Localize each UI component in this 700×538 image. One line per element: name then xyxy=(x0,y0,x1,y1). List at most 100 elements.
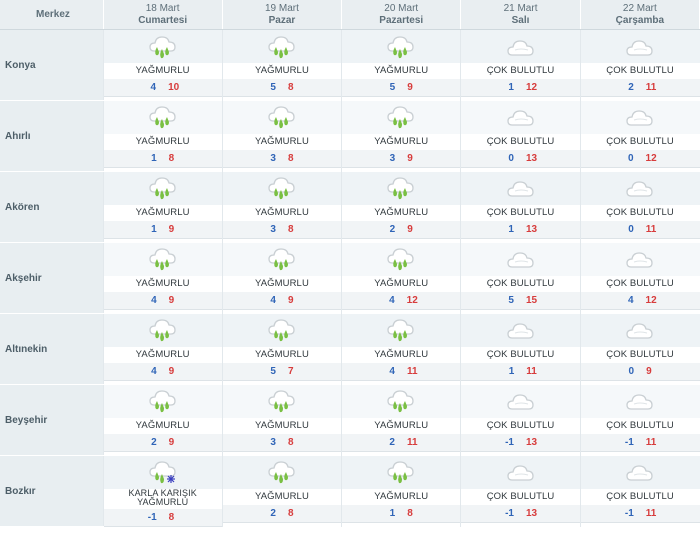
rain-icon xyxy=(222,313,342,347)
condition-label: YAĞMURLU xyxy=(374,135,429,147)
forecast-cell: ÇOK BULUTLU 5 15 xyxy=(460,242,581,314)
temperature-range: 18 xyxy=(342,504,461,523)
forecast-cell: YAĞMURLU 4 9 xyxy=(221,242,342,314)
forecast-cell: YAĞMURLU 4 9 xyxy=(102,242,223,314)
rain-icon xyxy=(342,100,461,134)
forecast-row: Beyşehir YAĞMURLU 2 9 YAĞMURLU 3 8 YAĞMURLU 2 11 Ç… xyxy=(0,384,700,456)
max-temp: 8 xyxy=(287,152,294,164)
rain-icon xyxy=(103,384,222,418)
cloud-icon xyxy=(461,313,580,347)
day-weekday: Pazar xyxy=(268,14,296,26)
max-temp: 9 xyxy=(168,436,175,448)
temperature-range: -1 11 xyxy=(580,433,700,452)
temperature-range: 49 xyxy=(103,291,222,310)
temperature-range: 4 11 xyxy=(342,362,461,381)
condition-label: KARLA KARIŞIK YAĞMURLU xyxy=(128,487,197,507)
forecast-cell: YAĞMURLU 2 9 xyxy=(102,384,223,456)
min-temp: 2 xyxy=(389,223,396,235)
forecast-cell: YAĞMURLU 2 11 xyxy=(341,384,461,456)
forecast-cell: ÇOK BULUTLU 0 11 xyxy=(579,171,700,243)
rain-icon xyxy=(103,171,222,205)
temperature-range: -1 8 xyxy=(103,508,222,527)
day-date: 22 Mart xyxy=(622,2,657,14)
min-temp: 2 xyxy=(628,82,634,93)
max-temp: 12 xyxy=(406,294,418,306)
day-weekday: Pazartesi xyxy=(379,14,424,26)
rain-icon xyxy=(342,171,461,205)
temperature-range: 0 13 xyxy=(461,149,580,168)
forecast-cell: YAĞMURLU 3 9 xyxy=(341,100,461,172)
rain-icon xyxy=(103,313,222,347)
max-temp: 8 xyxy=(287,82,294,93)
condition-label: YAĞMURLU xyxy=(135,348,190,360)
temperature-range: 0 12 xyxy=(580,149,700,168)
max-temp: 8 xyxy=(287,507,294,519)
forecast-cell: YAĞMURLU 3 8 xyxy=(221,100,342,172)
min-temp: 3 xyxy=(270,152,276,164)
temperature-range: 49 xyxy=(103,362,222,381)
min-temp: 0 xyxy=(628,223,634,235)
cloud-icon xyxy=(580,384,700,418)
forecast-row: Akşehir YAĞMURLU 4 9 YAĞMURLU 4 9 YAĞMURLU 4 12 ÇO… xyxy=(0,242,700,314)
forecast-row: Altınekin YAĞMURLU 4 9 YAĞMURLU 5 7 YAĞMURLU 4 11… xyxy=(0,313,700,385)
cloud-icon xyxy=(580,30,700,63)
max-temp: 8 xyxy=(287,436,294,448)
rain-icon xyxy=(342,455,461,489)
max-temp: 11 xyxy=(526,365,537,377)
forecast-cell: YAĞMURLU 4 10 xyxy=(102,29,223,101)
forecast-cell: YAĞMURLU 1 8 xyxy=(102,100,223,172)
condition-label: ÇOK BULUTLU xyxy=(606,419,674,431)
max-temp: 8 xyxy=(168,152,175,164)
min-temp: 1 xyxy=(508,223,514,235)
cloud-icon xyxy=(580,171,700,205)
temperature-range: 19 xyxy=(103,220,222,239)
temperature-range: 39 xyxy=(342,149,461,168)
city-name: Akşehir xyxy=(0,242,103,314)
min-temp: 5 xyxy=(508,294,514,306)
cloud-icon xyxy=(461,171,580,205)
condition-label: YAĞMURLU xyxy=(135,419,190,431)
condition-label: YAĞMURLU xyxy=(374,490,429,502)
rain-icon xyxy=(342,242,461,276)
min-temp: -1 xyxy=(624,507,634,519)
forecast-cell: ÇOK BULUTLU -1 13 xyxy=(460,455,581,527)
condition-label: YAĞMURLU xyxy=(254,490,309,502)
day-weekday: Salı xyxy=(511,14,530,26)
min-temp: 5 xyxy=(389,82,396,93)
condition-label: ÇOK BULUTLU xyxy=(486,277,555,289)
condition-label: YAĞMURLU xyxy=(135,277,190,289)
city-name: Altınekin xyxy=(0,313,103,385)
min-temp: 4 xyxy=(389,365,395,377)
temperature-range: 59 xyxy=(342,79,461,97)
min-temp: 3 xyxy=(270,436,276,448)
forecast-cell: ÇOK BULUTLU 1 13 xyxy=(460,171,581,243)
temperature-range: 5 15 xyxy=(461,291,580,310)
city-name: Ahırlı xyxy=(0,100,103,172)
city-name: Akören xyxy=(0,171,103,243)
forecast-cell: YAĞMURLU 4 12 xyxy=(341,242,461,314)
min-temp: 4 xyxy=(627,294,634,306)
forecast-cell: ÇOK BULUTLU 2 11 xyxy=(579,29,700,101)
temperature-range: -1 13 xyxy=(461,504,580,523)
condition-label: YAĞMURLU xyxy=(254,419,309,431)
rain-icon xyxy=(103,100,222,134)
max-temp: 11 xyxy=(645,223,657,235)
day-date: 18 Mart xyxy=(145,2,180,14)
day-header: 21 Mart Salı xyxy=(460,0,581,30)
temperature-range: 4 12 xyxy=(342,291,461,310)
max-temp: 13 xyxy=(525,152,538,164)
temperature-range: 38 xyxy=(222,220,342,239)
temperature-range: 18 xyxy=(103,149,222,168)
temperature-range: -1 13 xyxy=(461,433,580,452)
condition-label: YAĞMURLU xyxy=(254,206,309,218)
day-date: 20 Mart xyxy=(384,2,419,14)
min-temp: 1 xyxy=(508,365,515,377)
forecast-cell: ÇOK BULUTLU 0 12 xyxy=(579,100,700,172)
min-temp: 3 xyxy=(389,152,396,164)
forecast-cell: ÇOK BULUTLU 4 12 xyxy=(579,242,700,314)
min-temp: -1 xyxy=(624,436,634,448)
rain-icon xyxy=(222,171,342,205)
temperature-range: 49 xyxy=(222,291,342,310)
max-temp: 11 xyxy=(406,436,418,448)
min-temp: 4 xyxy=(151,365,157,377)
